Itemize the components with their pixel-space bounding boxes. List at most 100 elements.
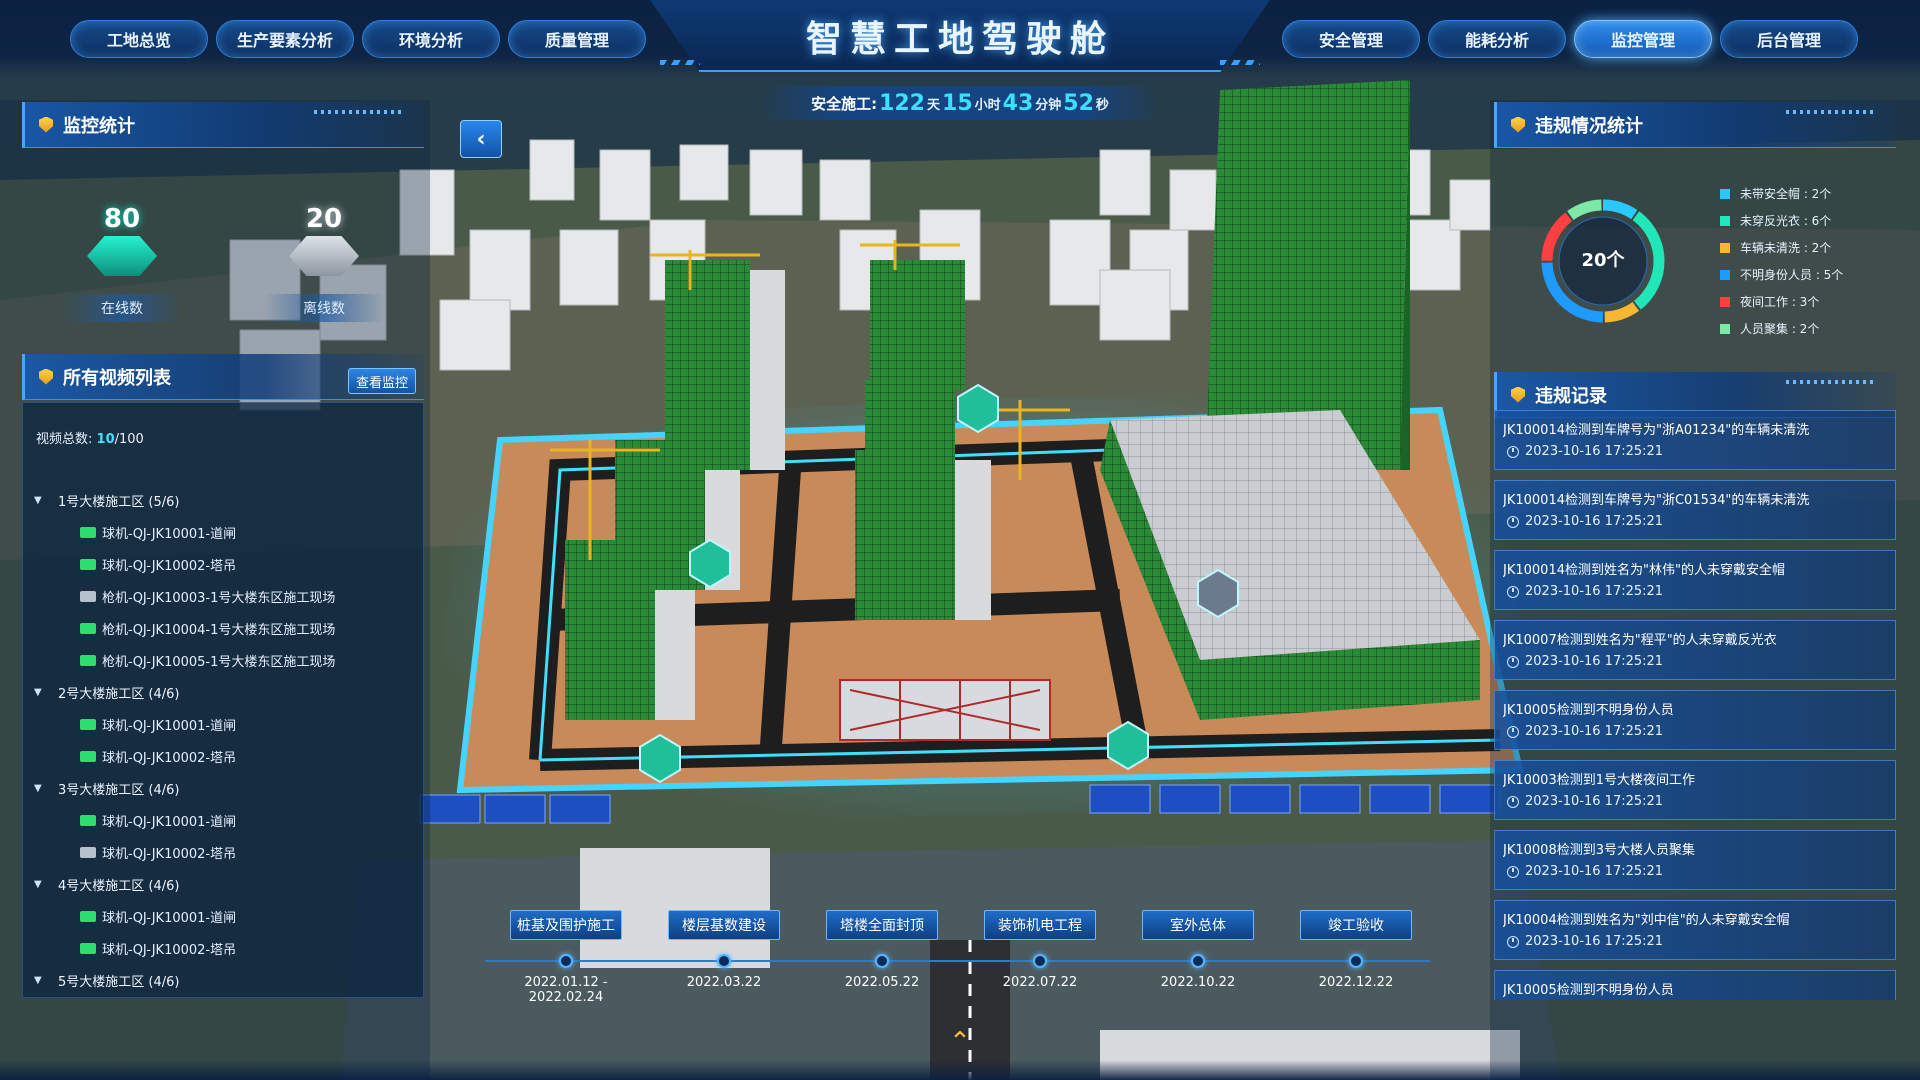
tab-site-overview[interactable]: 工地总览 [70, 20, 208, 58]
camera-item[interactable]: 球机-QJ-JK10002-塔吊 [34, 836, 414, 868]
timeline-node[interactable] [875, 954, 889, 968]
violation-record[interactable]: JK10008检测到3号大楼人员聚集 2023-10-16 17:25:21 [1494, 830, 1896, 890]
legend-item: 车辆未清洗 : 2个 [1720, 234, 1843, 261]
timeline-date: 2022.10.22 [1160, 975, 1236, 990]
violation-record[interactable]: JK10005检测到不明身份人员 [1494, 970, 1896, 1000]
tab-environment[interactable]: 环境分析 [362, 20, 500, 58]
tab-admin[interactable]: 后台管理 [1720, 20, 1858, 58]
tree-group-label: 4号大楼施工区 (4/6) [58, 878, 180, 894]
view-monitor-button[interactable]: 查看监控 [348, 368, 416, 394]
caret-down-icon: ▼ [34, 974, 42, 986]
stage-exterior-button[interactable]: 室外总体 [1142, 910, 1254, 940]
chevron-left-icon: ‹ [476, 126, 486, 152]
timer-seconds-unit: 秒 [1095, 97, 1109, 113]
tab-safety[interactable]: 安全管理 [1282, 20, 1420, 58]
camera-item[interactable]: 球机-QJ-JK10001-道闸 [34, 516, 414, 548]
tree-group-label: 1号大楼施工区 (5/6) [58, 494, 180, 510]
record-time-row: 2023-10-16 17:25:21 [1503, 864, 1895, 879]
violation-record[interactable]: JK100014检测到姓名为"林伟"的人未穿戴安全帽 2023-10-16 17… [1494, 550, 1896, 610]
record-time-row: 2023-10-16 17:25:21 [1503, 934, 1895, 949]
violation-stats-header: 违规情况统计 [1494, 102, 1896, 148]
clock-icon [1507, 865, 1519, 878]
camera-item[interactable]: 枪机-QJ-JK10003-1号大楼东区施工现场 [34, 580, 414, 612]
violation-record-list: JK100014检测到车牌号为"浙A01234"的车辆未清洗 2023-10-1… [1494, 410, 1896, 1000]
video-tree: ▼ 1号大楼施工区 (5/6) 球机-QJ-JK10001-道闸 球机-QJ-J… [34, 484, 414, 996]
camera-item[interactable]: 球机-QJ-JK10001-道闸 [34, 900, 414, 932]
back-button[interactable]: ‹ [460, 120, 502, 158]
camera-online-icon [80, 942, 96, 954]
violation-record[interactable]: JK10007检测到姓名为"程平"的人未穿戴反光衣 2023-10-16 17:… [1494, 620, 1896, 680]
online-stat: 80 在线数 [62, 204, 182, 322]
record-message: JK100014检测到车牌号为"浙C01534"的车辆未清洗 [1503, 493, 1810, 508]
camera-online-icon [80, 558, 96, 570]
camera-label: 枪机-QJ-JK10004-1号大楼东区施工现场 [102, 622, 336, 638]
timer-minutes-unit: 分钟 [1035, 97, 1062, 113]
camera-label: 球机-QJ-JK10001-道闸 [102, 910, 237, 926]
legend-label: 不明身份人员 : 5个 [1740, 268, 1844, 282]
tab-monitoring[interactable]: 监控管理 [1574, 20, 1712, 58]
timeline-date: 2022.05.22 [844, 975, 920, 990]
record-time-row: 2023-10-16 17:25:21 [1503, 514, 1895, 529]
camera-item[interactable]: 球机-QJ-JK10002-塔吊 [34, 932, 414, 964]
caret-down-icon: ▼ [34, 686, 42, 698]
timeline-date: 2022.03.22 [686, 975, 762, 990]
camera-item[interactable]: 球机-QJ-JK10002-塔吊 [34, 548, 414, 580]
violation-stats-title: 违规情况统计 [1535, 115, 1643, 137]
camera-label: 球机-QJ-JK10001-道闸 [102, 526, 237, 542]
tree-group-label: 3号大楼施工区 (4/6) [58, 782, 180, 798]
stage-floors-button[interactable]: 楼层基数建设 [668, 910, 780, 940]
tab-quality[interactable]: 质量管理 [508, 20, 646, 58]
legend-swatch [1720, 188, 1730, 199]
record-time: 2023-10-16 17:25:21 [1525, 584, 1664, 599]
timeline-node[interactable] [1191, 954, 1205, 968]
tree-group-building-5[interactable]: ▼ 5号大楼施工区 (4/6) [34, 964, 414, 996]
stage-decoration-mep-button[interactable]: 装饰机电工程 [984, 910, 1096, 940]
violation-record[interactable]: JK10005检测到不明身份人员 2023-10-16 17:25:21 [1494, 690, 1896, 750]
camera-item[interactable]: 球机-QJ-JK10001-道闸 [34, 804, 414, 836]
tab-production-factors[interactable]: 生产要素分析 [216, 20, 354, 58]
shield-icon [39, 368, 53, 385]
violation-records-title: 违规记录 [1535, 385, 1607, 407]
violation-legend: 未带安全帽 : 2个 未穿反光衣 : 6个 车辆未清洗 : 2个 不明身份人员 … [1720, 180, 1843, 342]
record-time-row: 2023-10-16 17:25:21 [1503, 724, 1895, 739]
timeline-node[interactable] [559, 954, 573, 968]
camera-item[interactable]: 枪机-QJ-JK10004-1号大楼东区施工现场 [34, 612, 414, 644]
caret-down-icon: ▼ [34, 494, 42, 506]
clock-icon [1507, 515, 1519, 528]
footer-bar [0, 1060, 1920, 1080]
stage-acceptance-button[interactable]: 竣工验收 [1300, 910, 1412, 940]
clock-icon [1507, 725, 1519, 738]
legend-label: 未穿反光衣 : 6个 [1740, 214, 1832, 228]
camera-label: 球机-QJ-JK10001-道闸 [102, 814, 237, 830]
violation-record[interactable]: JK10004检测到姓名为"刘中信"的人未穿戴安全帽 2023-10-16 17… [1494, 900, 1896, 960]
violation-record[interactable]: JK10003检测到1号大楼夜间工作 2023-10-16 17:25:21 [1494, 760, 1896, 820]
camera-item[interactable]: 球机-QJ-JK10001-道闸 [34, 708, 414, 740]
tree-group-building-4[interactable]: ▼ 4号大楼施工区 (4/6) [34, 868, 414, 900]
timer-days-unit: 天 [927, 97, 941, 113]
tree-group-building-1[interactable]: ▼ 1号大楼施工区 (5/6) [34, 484, 414, 516]
camera-item[interactable]: 枪机-QJ-JK10005-1号大楼东区施工现场 [34, 644, 414, 676]
legend-swatch [1720, 242, 1730, 253]
camera-item[interactable]: 球机-QJ-JK10002-塔吊 [34, 740, 414, 772]
timer-minutes: 43 [1002, 90, 1034, 116]
shield-icon [39, 116, 53, 133]
tree-group-label: 5号大楼施工区 (4/6) [58, 974, 180, 990]
timeline-node[interactable] [717, 954, 731, 968]
stage-topping-out-button[interactable]: 塔楼全面封顶 [826, 910, 938, 940]
tree-group-building-2[interactable]: ▼ 2号大楼施工区 (4/6) [34, 676, 414, 708]
chevron-up-icon[interactable]: ⌃ [944, 1029, 976, 1055]
violation-record[interactable]: JK100014检测到车牌号为"浙C01534"的车辆未清洗 2023-10-1… [1494, 480, 1896, 540]
timeline-node[interactable] [1349, 954, 1363, 968]
stage-piling-button[interactable]: 桩基及围护施工 [510, 910, 622, 940]
record-time: 2023-10-16 17:25:21 [1525, 444, 1664, 459]
legend-item: 不明身份人员 : 5个 [1720, 261, 1843, 288]
timeline-node[interactable] [1033, 954, 1047, 968]
online-count: 80 [103, 204, 141, 234]
clock-icon [1507, 445, 1519, 458]
shield-icon [1511, 116, 1525, 133]
tree-group-building-3[interactable]: ▼ 3号大楼施工区 (4/6) [34, 772, 414, 804]
record-time: 2023-10-16 17:25:21 [1525, 794, 1664, 809]
violation-total: 20个 [1581, 250, 1625, 271]
tab-energy[interactable]: 能耗分析 [1428, 20, 1566, 58]
violation-record[interactable]: JK100014检测到车牌号为"浙A01234"的车辆未清洗 2023-10-1… [1494, 410, 1896, 470]
